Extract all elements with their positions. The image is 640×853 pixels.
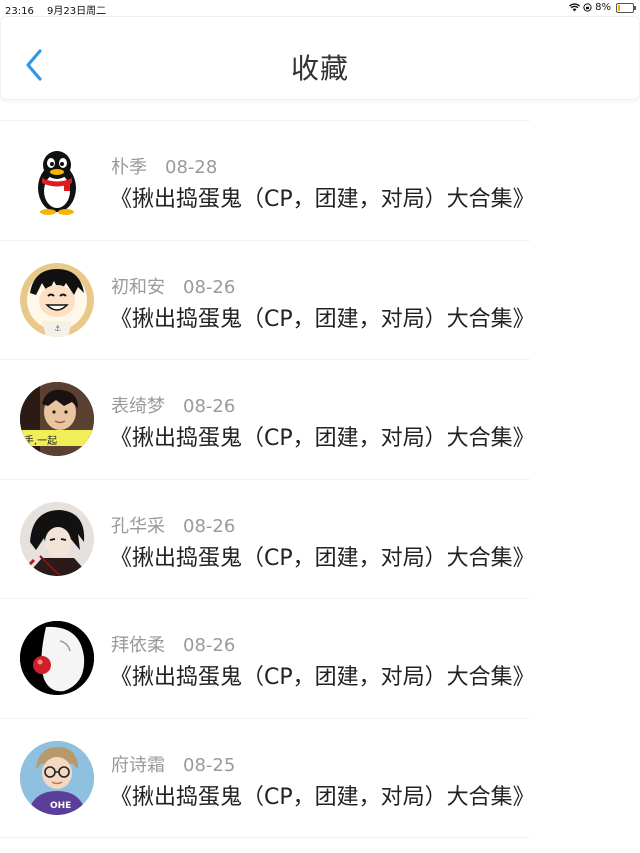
list-item[interactable]: 朴季 08-28 《揪出捣蛋鬼（CP，团建，对局）大合集》 [0, 120, 535, 240]
list-item[interactable]: ⚓ 初和安 08-26 《揪出捣蛋鬼（CP，团建，对局）大合集》 [0, 239, 535, 360]
avatar[interactable]: ⚓ [20, 262, 94, 337]
author-line: 朴季 08-28 [111, 153, 217, 179]
author-name: 初和安 [111, 276, 165, 298]
page-title: 收藏 [290, 52, 349, 85]
author-line: 府诗霜 08-25 [111, 751, 235, 777]
svg-text:⚓: ⚓ [54, 324, 61, 333]
post-date: 08-26 [183, 276, 236, 298]
status-right: 8% [569, 2, 636, 13]
item-title[interactable]: 《揪出捣蛋鬼（CP，团建，对局）大合集》 [110, 540, 535, 572]
item-title[interactable]: 《揪出捣蛋鬼（CP，团建，对局）大合集》 [110, 659, 535, 691]
author-line: 表绮梦 08-26 [111, 392, 235, 418]
list-end-divider [0, 837, 530, 839]
favorites-list: 朴季 08-28 《揪出捣蛋鬼（CP，团建，对局）大合集》 ⚓ 初和安 08-2… [0, 120, 640, 839]
wifi-icon [569, 3, 581, 12]
list-item[interactable]: OHE 府诗霜 08-25 《揪出捣蛋鬼（CP，团建，对局）大合集》 [0, 717, 535, 838]
anime-dark-hair-icon [20, 501, 94, 576]
item-title[interactable]: 《揪出捣蛋鬼（CP，团建，对局）大合集》 [110, 181, 535, 213]
avatar[interactable] [20, 621, 94, 695]
item-title[interactable]: 《揪出捣蛋鬼（CP，团建，对局）大合集》 [110, 779, 535, 811]
avatar[interactable] [20, 143, 94, 217]
orientation-lock-icon [583, 3, 592, 12]
post-date: 08-26 [183, 635, 236, 656]
author-line: 拜依柔 08-26 [111, 631, 235, 657]
penguin-icon [38, 151, 76, 215]
avatar[interactable]: 手,一起 [20, 382, 94, 456]
avatar-caption: OHE [50, 800, 72, 811]
avatar[interactable] [20, 501, 94, 576]
item-title[interactable]: 《揪出捣蛋鬼（CP，团建，对局）大合集》 [110, 301, 535, 333]
anime-face-icon: ⚓ [20, 262, 94, 337]
post-date: 08-26 [183, 515, 236, 537]
nav-bar: 收藏 [0, 16, 640, 100]
author-name: 孔华采 [111, 515, 165, 537]
author-name: 表绮梦 [111, 396, 165, 417]
clown-mask-icon [20, 621, 94, 695]
status-left: 23:16 9月23日周二 [5, 2, 106, 17]
avatar-caption: 手,一起 [24, 436, 58, 447]
battery-percent: 8% [595, 2, 611, 13]
list-item[interactable]: 手,一起 表绮梦 08-26 《揪出捣蛋鬼（CP，团建，对局）大合集》 [0, 359, 535, 479]
author-name: 拜依柔 [111, 635, 165, 656]
author-line: 孔华采 08-26 [111, 512, 235, 538]
author-line: 初和安 08-26 [111, 273, 235, 299]
list-item[interactable]: 拜依柔 08-26 《揪出捣蛋鬼（CP，团建，对局）大合集》 [0, 598, 535, 718]
post-date: 08-28 [165, 157, 218, 178]
author-name: 朴季 [111, 157, 147, 178]
avatar[interactable]: OHE [20, 740, 94, 815]
post-date: 08-26 [183, 396, 236, 417]
author-name: 府诗霜 [111, 754, 165, 776]
status-bar: 23:16 9月23日周二 8% [0, 0, 640, 17]
post-date: 08-25 [183, 754, 236, 776]
battery-icon [616, 2, 636, 13]
item-title[interactable]: 《揪出捣蛋鬼（CP，团建，对局）大合集》 [110, 420, 535, 452]
list-item[interactable]: 孔华采 08-26 《揪出捣蛋鬼（CP，团建，对局）大合集》 [0, 478, 535, 599]
